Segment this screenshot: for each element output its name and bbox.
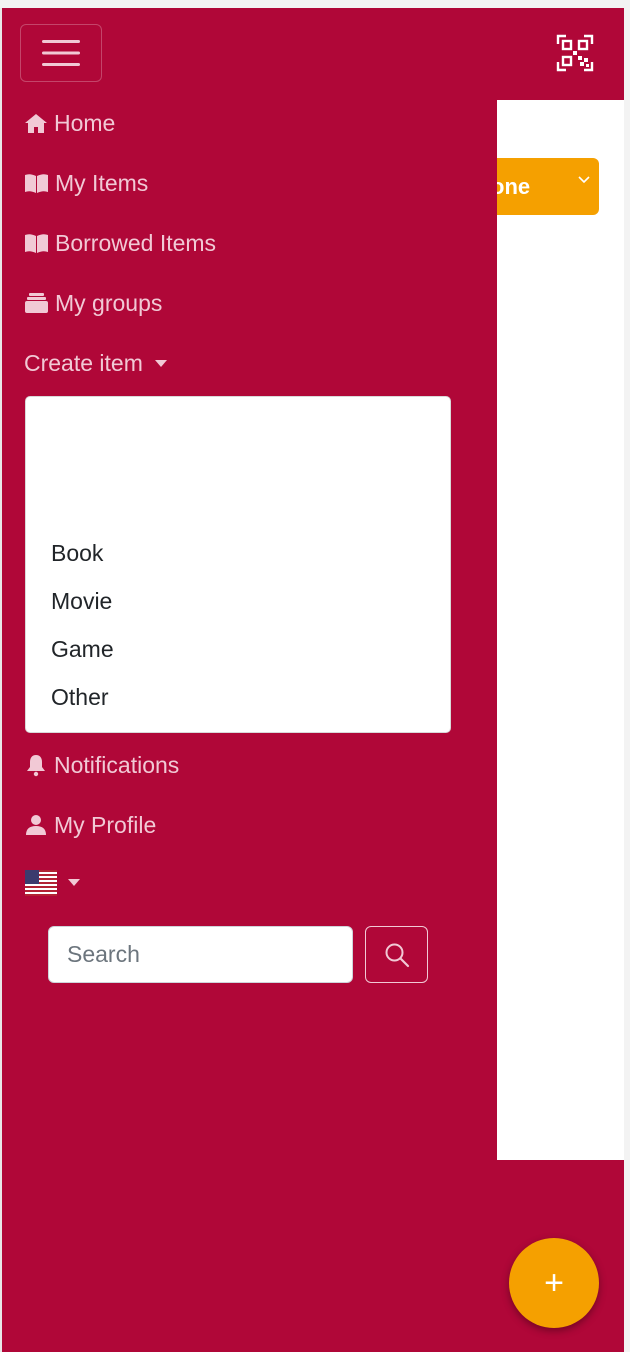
menu-item-game[interactable]: Game [51, 629, 114, 669]
sidebar-item-label: Notifications [54, 751, 180, 778]
caret-down-icon [154, 359, 167, 367]
create-item-dropdown-toggle[interactable]: Create item [24, 343, 167, 383]
app-page: one Home My Items Borrowed Items My grou… [0, 0, 630, 1352]
right-edge [624, 8, 630, 1352]
sidebar-item-label: My groups [55, 289, 163, 316]
create-item-label: Create item [24, 349, 143, 376]
menu-item-label: Movie [51, 587, 113, 614]
user-icon [26, 815, 46, 835]
add-item-fab[interactable]: + [509, 1238, 599, 1328]
qr-code-icon[interactable] [556, 34, 594, 72]
book-open-icon [25, 174, 48, 193]
top-strip [0, 0, 630, 8]
filter-dropdown-button[interactable]: one [497, 158, 599, 215]
sidebar-item-my-groups[interactable]: My groups [24, 283, 162, 323]
caret-down-icon[interactable] [68, 879, 80, 886]
navbar-toggle-button[interactable] [20, 24, 102, 82]
search-icon [385, 943, 409, 967]
sidebar-item-borrowed-items[interactable]: Borrowed Items [24, 223, 216, 263]
menu-item-movie[interactable]: Movie [51, 581, 112, 621]
search-input[interactable] [48, 926, 353, 983]
sidebar-item-label: My Profile [54, 811, 157, 838]
bell-icon [27, 755, 45, 777]
menu-item-label: Book [51, 539, 104, 566]
sidebar-item-label: Home [54, 109, 116, 136]
us-flag-icon[interactable] [25, 870, 57, 896]
create-item-menu: Book Movie Game Other [25, 396, 451, 733]
book-open-icon [25, 234, 48, 253]
sidebar-item-my-profile[interactable]: My Profile [24, 805, 156, 845]
menu-item-other[interactable]: Other [51, 677, 109, 717]
sidebar-item-label: Borrowed Items [55, 229, 217, 256]
sidebar-item-home[interactable]: Home [24, 103, 115, 143]
hamburger-icon [42, 40, 80, 66]
menu-item-label: Other [51, 683, 109, 710]
menu-item-label: Game [51, 635, 114, 662]
menu-item-book[interactable]: Book [51, 533, 103, 573]
search-button[interactable] [365, 926, 428, 983]
sidebar-item-notifications[interactable]: Notifications [24, 745, 179, 785]
fab-plus-label: + [544, 1263, 564, 1302]
layers-icon [25, 293, 48, 313]
sidebar-item-my-items[interactable]: My Items [24, 163, 148, 203]
main-content [497, 100, 624, 1160]
chevron-down-icon [578, 176, 590, 184]
sidebar-item-label: My Items [55, 169, 149, 196]
home-icon [25, 114, 47, 133]
filter-dropdown-label: one [497, 173, 531, 199]
